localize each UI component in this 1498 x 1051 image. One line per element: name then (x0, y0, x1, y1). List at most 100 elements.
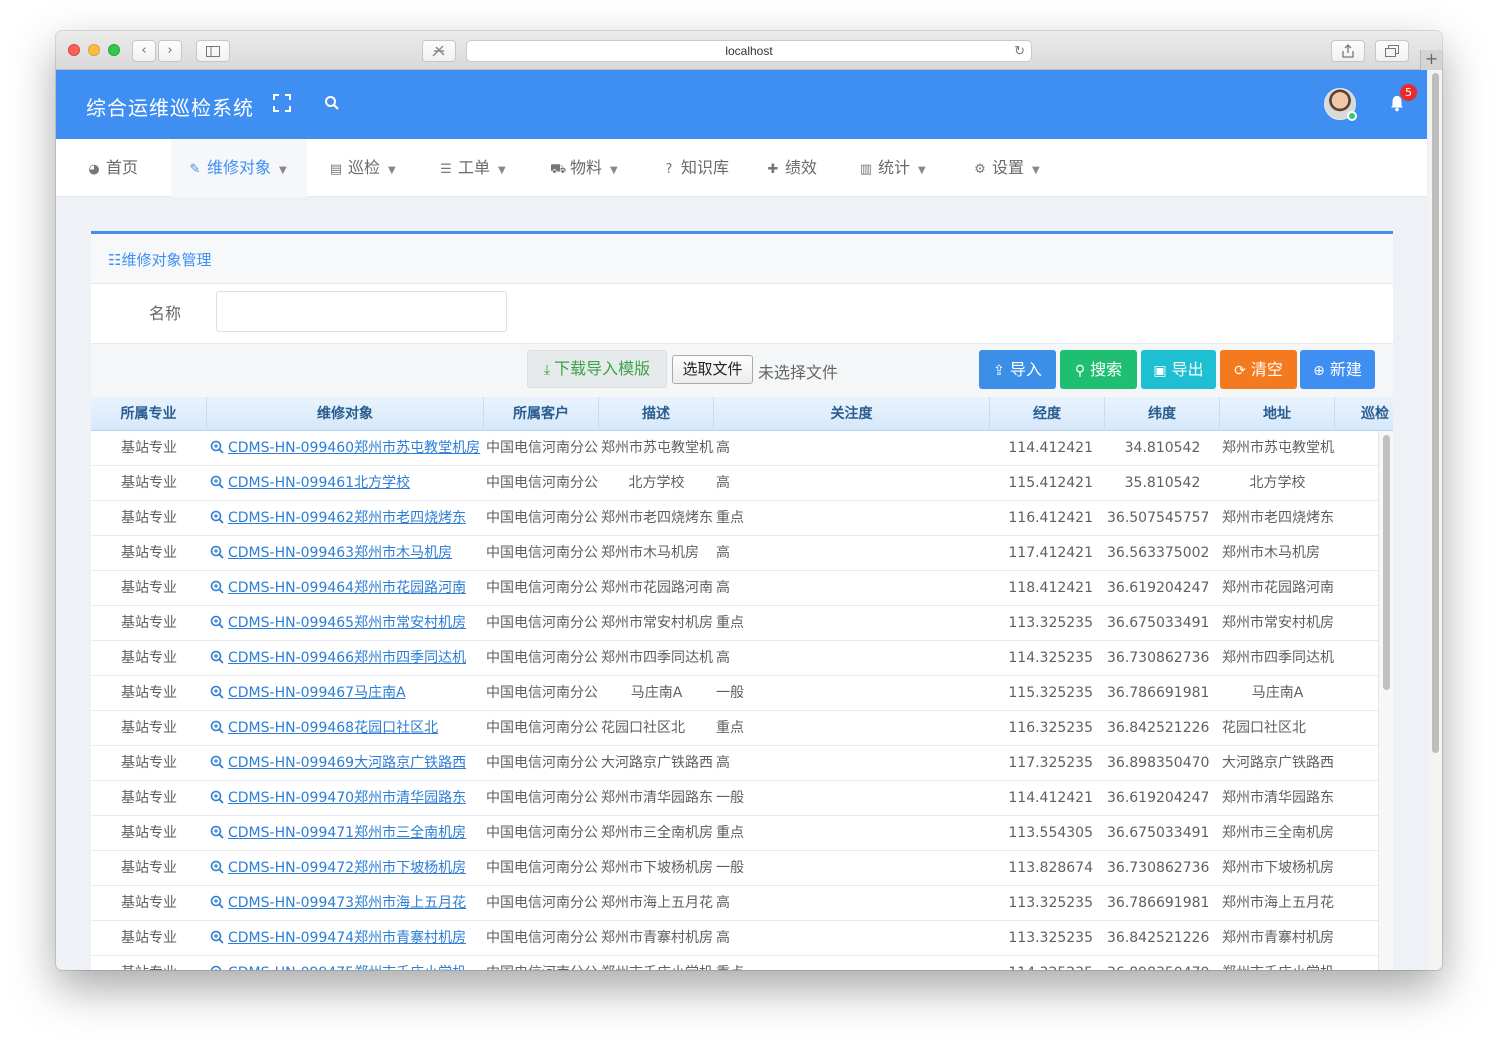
cell-longitude: 115.325235 (1008, 685, 1093, 701)
object-link[interactable]: CDMS-HN-099465郑州市常安村机房 (228, 615, 466, 631)
object-link[interactable]: CDMS-HN-099468花园口社区北 (228, 720, 438, 736)
table-row[interactable]: 基站专业 CDMS-HN-099473郑州市海上五月花 中国电信河南分公司 郑州… (91, 886, 1378, 921)
cell-object: CDMS-HN-099467马庄南A (207, 676, 484, 711)
object-link[interactable]: CDMS-HN-099474郑州市青寨村机房 (228, 930, 466, 946)
new-tab-button[interactable]: + (1420, 50, 1442, 70)
nav-item-materials[interactable]: ⛟ 物料 ▼ (550, 139, 640, 197)
column-header[interactable]: 维修对象 (207, 397, 484, 431)
fullscreen-icon[interactable] (273, 94, 291, 112)
object-link[interactable]: CDMS-HN-099469大河路京广铁路西 (228, 755, 466, 771)
reload-icon[interactable]: ↻ (1014, 41, 1025, 61)
page-scrollbar[interactable] (1429, 70, 1442, 970)
table-row[interactable]: 基站专业 CDMS-HN-099465郑州市常安村机房 中国电信河南分公司 郑州… (91, 606, 1378, 641)
search-button[interactable]: ⚲ 搜索 (1060, 350, 1137, 389)
table-scrollbar-thumb[interactable] (1383, 435, 1390, 690)
cell-customer: 中国电信河南分公司 (486, 440, 599, 456)
table-row[interactable]: 基站专业 CDMS-HN-099461北方学校 中国电信河南分公司 北方学校 高… (91, 466, 1378, 501)
object-link[interactable]: CDMS-HN-099466郑州市四季同达机 (228, 650, 466, 666)
clear-button[interactable]: ⟳ 清空 (1220, 350, 1297, 389)
table-row[interactable]: 基站专业 CDMS-HN-099463郑州市木马机房 中国电信河南分公司 郑州市… (91, 536, 1378, 571)
table-row[interactable]: 基站专业 CDMS-HN-099467马庄南A 中国电信河南分公司 马庄南A 一… (91, 676, 1378, 711)
table-row[interactable]: 基站专业 CDMS-HN-099471郑州市三全南机房 中国电信河南分公司 郑州… (91, 816, 1378, 851)
object-link[interactable]: CDMS-HN-099462郑州市老四烧烤东 (228, 510, 466, 526)
zoom-in-icon (210, 720, 224, 734)
object-link[interactable]: CDMS-HN-099475郑州市千庄小学机 (228, 965, 466, 970)
forward-button[interactable]: › (158, 40, 182, 62)
object-link[interactable]: CDMS-HN-099464郑州市花园路河南 (228, 580, 466, 596)
object-link[interactable]: CDMS-HN-099460郑州市苏屯教堂机房 (228, 440, 480, 456)
export-button[interactable]: ▣ 导出 (1141, 350, 1216, 389)
table-row[interactable]: 基站专业 CDMS-HN-099468花园口社区北 中国电信河南分公司 花园口社… (91, 711, 1378, 746)
nav-item-label: 物料 (570, 158, 603, 177)
table-row[interactable]: 基站专业 CDMS-HN-099475郑州市千庄小学机 中国电信河南分公司 郑州… (91, 956, 1378, 970)
cell-address: 郑州市常安村机房 (1222, 615, 1334, 631)
cell-longitude: 116.325235 (1008, 720, 1093, 736)
object-link[interactable]: CDMS-HN-099473郑州市海上五月花 (228, 895, 466, 911)
cell-attention-level: 高 (716, 440, 730, 456)
wrench-icon: ✎ (189, 162, 201, 177)
object-link[interactable]: CDMS-HN-099471郑州市三全南机房 (228, 825, 466, 841)
zoom-in-icon (210, 615, 224, 629)
table-row[interactable]: 基站专业 CDMS-HN-099469大河路京广铁路西 中国电信河南分公司 大河… (91, 746, 1378, 781)
share-button[interactable] (1331, 40, 1365, 62)
cell-longitude: 114.412421 (1008, 440, 1093, 456)
close-window-button[interactable] (68, 44, 80, 56)
cell-major: 基站专业 (121, 580, 177, 596)
nav-item-settings[interactable]: ⚙ 设置 ▼ (972, 139, 1062, 197)
object-link[interactable]: CDMS-HN-099463郑州市木马机房 (228, 545, 452, 561)
table-row[interactable]: 基站专业 CDMS-HN-099464郑州市花园路河南 中国电信河南分公司 郑州… (91, 571, 1378, 606)
zoom-window-button[interactable] (108, 44, 120, 56)
column-header[interactable]: 所属专业 (91, 397, 207, 431)
cell-description: 大河路京广铁路西 (601, 755, 713, 771)
nav-item-label: 知识库 (681, 158, 730, 177)
table-row[interactable]: 基站专业 CDMS-HN-099462郑州市老四烧烤东 中国电信河南分公司 郑州… (91, 501, 1378, 536)
nav-item-maintenance-objects[interactable]: ✎ 维修对象 ▼ (171, 139, 307, 197)
column-header[interactable]: 关注度 (714, 397, 990, 431)
page-scrollbar-thumb[interactable] (1432, 73, 1439, 753)
nav-item-knowledge-base[interactable]: ? 知识库 (661, 139, 751, 197)
import-button[interactable]: ⇪ 导入 (979, 350, 1056, 389)
bar-chart-icon: ▥ (859, 162, 873, 177)
object-link[interactable]: CDMS-HN-099472郑州市下坡杨机房 (228, 860, 466, 876)
table-row[interactable]: 基站专业 CDMS-HN-099474郑州市青寨村机房 中国电信河南分公司 郑州… (91, 921, 1378, 956)
search-icon[interactable] (324, 95, 340, 111)
table-row[interactable]: 基站专业 CDMS-HN-099460郑州市苏屯教堂机房 中国电信河南分公司 郑… (91, 431, 1378, 466)
nav-item-work-order[interactable]: ☰ 工单 ▼ (438, 139, 528, 197)
back-button[interactable]: ‹ (132, 40, 156, 62)
cell-address: 郑州市下坡杨机房 (1222, 860, 1334, 876)
extension-button[interactable] (422, 40, 456, 62)
download-template-button[interactable]: ⤓ 下载导入模版 (527, 350, 667, 388)
choose-file-button[interactable]: 选取文件 (672, 355, 753, 384)
object-link[interactable]: CDMS-HN-099470郑州市清华园路东 (228, 790, 466, 806)
minimize-window-button[interactable] (88, 44, 100, 56)
table-row[interactable]: 基站专业 CDMS-HN-099466郑州市四季同达机 中国电信河南分公司 郑州… (91, 641, 1378, 676)
tabs-button[interactable] (1375, 40, 1409, 62)
cell-description: 花园口社区北 (601, 720, 685, 736)
object-link[interactable]: CDMS-HN-099461北方学校 (228, 475, 410, 491)
sidebar-toggle-button[interactable] (196, 40, 230, 62)
column-header[interactable]: 纬度 (1105, 397, 1220, 431)
cell-latitude: 36.619204247 (1107, 790, 1210, 806)
column-header[interactable]: 所属客户 (484, 397, 599, 431)
cell-longitude: 118.412421 (1008, 580, 1093, 596)
column-header[interactable]: 地址 (1220, 397, 1335, 431)
cell-latitude: 36.898350470 (1107, 755, 1210, 771)
table-row[interactable]: 基站专业 CDMS-HN-099472郑州市下坡杨机房 中国电信河南分公司 郑州… (91, 851, 1378, 886)
nav-item-home[interactable]: ◕ 首页 (86, 139, 176, 197)
nav-item-inspection[interactable]: ▤ 巡检 ▼ (328, 139, 418, 197)
cell-latitude: 36.842521226 (1107, 930, 1210, 946)
object-link[interactable]: CDMS-HN-099467马庄南A (228, 685, 406, 701)
nav-item-performance[interactable]: ✚ 绩效 (765, 139, 845, 197)
column-header[interactable]: 经度 (990, 397, 1105, 431)
table-scrollbar[interactable] (1378, 431, 1393, 970)
column-header[interactable]: 巡检 (1335, 397, 1393, 431)
address-bar[interactable]: localhost ↻ (466, 40, 1032, 62)
list-icon: ☷ (108, 251, 122, 269)
cell-customer: 中国电信河南分公司 (486, 650, 599, 666)
column-header[interactable]: 描述 (599, 397, 714, 431)
name-filter-input[interactable] (216, 291, 507, 332)
nav-item-statistics[interactable]: ▥ 统计 ▼ (858, 139, 948, 197)
table-row[interactable]: 基站专业 CDMS-HN-099470郑州市清华园路东 中国电信河南分公司 郑州… (91, 781, 1378, 816)
cell-inspection (1335, 851, 1378, 886)
create-button[interactable]: ⊕ 新建 (1300, 350, 1375, 389)
